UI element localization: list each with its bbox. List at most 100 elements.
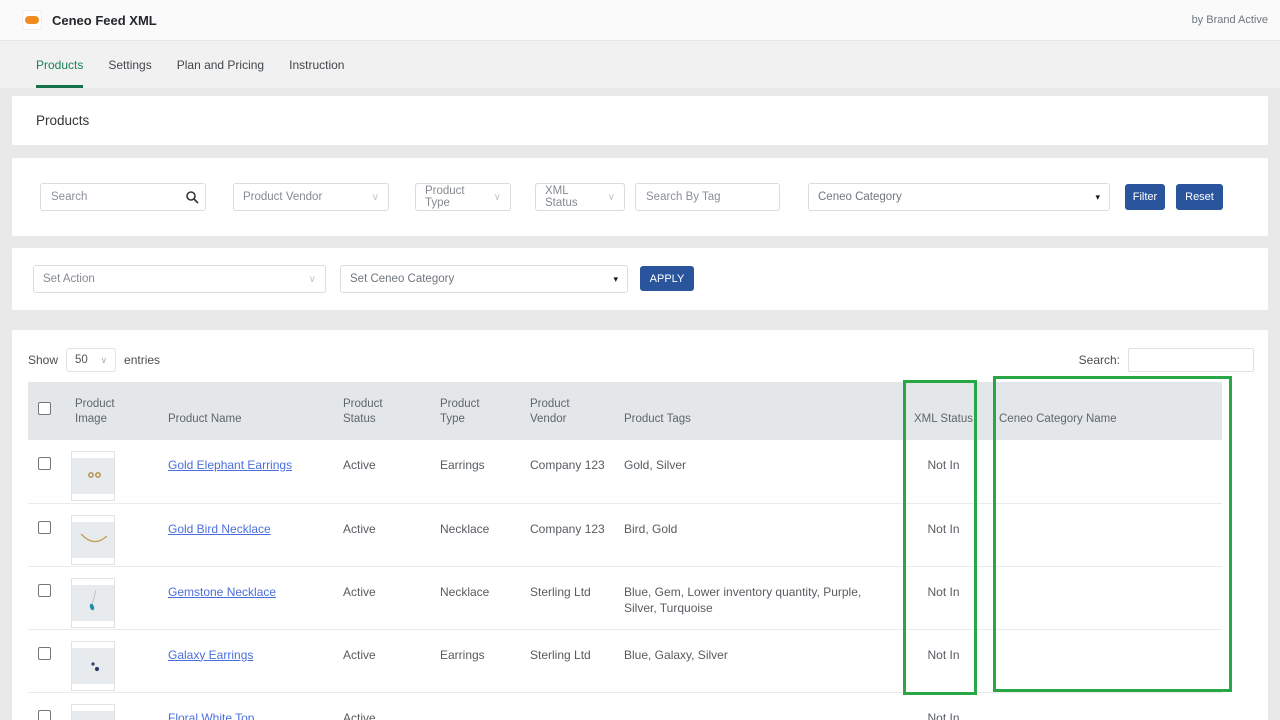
chevron-down-icon: ∨: [371, 191, 379, 203]
show-label: Show: [28, 353, 59, 367]
ceneo-category-value: [985, 692, 1222, 720]
product-vendor: [530, 692, 624, 720]
chevron-down-icon: ∨: [100, 354, 108, 365]
product-status: Active: [343, 629, 440, 693]
set-action-dropdown[interactable]: Set Action ∨: [33, 265, 326, 293]
search-button[interactable]: [179, 184, 205, 210]
row-checkbox[interactable]: [38, 646, 51, 660]
search-icon: [186, 191, 199, 204]
tab-bar: Products Settings Plan and Pricing Instr…: [0, 41, 1280, 88]
product-vendor: Sterling Ltd: [530, 566, 624, 630]
products-table: Product Image Product Name Product Statu…: [28, 382, 1222, 720]
xml-status-value: Not In: [902, 629, 985, 693]
product-search-input[interactable]: [41, 191, 179, 203]
tab-settings[interactable]: Settings: [108, 41, 151, 88]
chevron-down-icon: ∨: [493, 191, 501, 203]
page-size-select[interactable]: 50 ∨: [66, 348, 117, 372]
xml-status-value: Not In: [902, 692, 985, 720]
product-thumbnail: [71, 451, 115, 501]
bulk-action-bar: Set Action ∨ Set Ceneo Category ▾ APPLY: [12, 248, 1268, 310]
app-logo-icon: [22, 10, 42, 30]
product-thumbnail: [71, 703, 115, 720]
product-tags: Gold, Silver: [624, 440, 902, 504]
caret-down-icon: ▾: [1095, 191, 1100, 202]
chevron-down-icon: ∨: [607, 191, 615, 203]
column-header-product-image: Product Image: [66, 382, 168, 440]
row-checkbox[interactable]: [38, 709, 51, 720]
product-status: Active: [343, 440, 440, 504]
product-type: Earrings: [440, 629, 530, 693]
filter-button[interactable]: Filter: [1125, 184, 1165, 210]
product-vendor-label: Product Vendor: [243, 191, 323, 203]
tab-plan-and-pricing[interactable]: Plan and Pricing: [177, 41, 264, 88]
product-vendor: Company 123: [530, 440, 624, 504]
set-ceneo-category-dropdown[interactable]: Set Ceneo Category ▾: [340, 265, 628, 293]
byline: by Brand Active: [1191, 14, 1268, 26]
apply-button[interactable]: APPLY: [640, 266, 694, 291]
product-type: Necklace: [440, 503, 530, 567]
table-row: Galaxy Earrings Active Earrings Sterling…: [28, 629, 1222, 693]
table-row: Floral White Top Active Not In: [28, 692, 1222, 720]
ceneo-category-dropdown[interactable]: Ceneo Category ▾: [808, 183, 1110, 211]
column-header-ceneo-category-name: Ceneo Category Name: [985, 382, 1222, 440]
filter-bar: Product Vendor ∨ Product Type ∨ XML Stat…: [12, 158, 1268, 236]
product-name-link[interactable]: Gold Elephant Earrings: [168, 458, 292, 472]
product-name-link[interactable]: Floral White Top: [168, 711, 254, 720]
product-name-link[interactable]: Galaxy Earrings: [168, 648, 253, 662]
table-header-row: Product Image Product Name Product Statu…: [28, 382, 1222, 440]
table-search-control: Search:: [1079, 348, 1254, 372]
set-action-label: Set Action: [43, 273, 95, 285]
product-name-link[interactable]: Gold Bird Necklace: [168, 522, 271, 536]
tab-instruction[interactable]: Instruction: [289, 41, 344, 88]
column-header-xml-status: XML Status: [902, 382, 985, 440]
table-row: Gold Bird Necklace Active Necklace Compa…: [28, 503, 1222, 567]
page-title-card: Products: [12, 96, 1268, 145]
reset-button[interactable]: Reset: [1176, 184, 1223, 210]
column-header-product-type: Product Type: [440, 382, 530, 440]
ceneo-category-label: Ceneo Category: [818, 191, 902, 203]
product-search-group: [40, 183, 206, 211]
product-vendor: Company 123: [530, 503, 624, 567]
xml-status-value: Not In: [902, 566, 985, 630]
column-header-product-vendor: Product Vendor: [530, 382, 624, 440]
column-header-product-status: Product Status: [343, 382, 440, 440]
table-row: Gemstone Necklace Active Necklace Sterli…: [28, 566, 1222, 630]
row-checkbox[interactable]: [38, 457, 51, 470]
ceneo-category-value: [985, 566, 1222, 630]
row-checkbox[interactable]: [38, 520, 51, 534]
product-tags: [624, 692, 902, 720]
product-status: Active: [343, 503, 440, 567]
product-thumbnail: [71, 514, 115, 565]
product-thumbnail: [71, 640, 115, 691]
search-by-tag-input[interactable]: [635, 183, 780, 211]
table-search-label: Search:: [1078, 353, 1120, 367]
table-controls: Show 50 ∨ entries Search:: [12, 330, 1268, 382]
set-ceneo-category-label: Set Ceneo Category: [350, 273, 455, 285]
column-header-product-name: Product Name: [168, 382, 343, 440]
xml-status-label: XML Status: [545, 185, 578, 209]
ceneo-category-value: [985, 629, 1222, 693]
products-table-card: Show 50 ∨ entries Search: Product Image …: [12, 330, 1268, 720]
product-tags: Blue, Gem, Lower inventory quantity, Pur…: [624, 566, 902, 630]
tab-products[interactable]: Products: [36, 41, 84, 88]
entries-label: entries: [124, 353, 161, 367]
product-vendor-dropdown[interactable]: Product Vendor ∨: [233, 183, 389, 211]
tab-products-label: Products: [36, 57, 84, 72]
tab-settings-label: Settings: [108, 57, 152, 72]
ceneo-category-value: [985, 440, 1222, 504]
tab-instruction-label: Instruction: [289, 57, 345, 72]
product-thumbnail: [71, 577, 115, 628]
select-all-checkbox[interactable]: [38, 402, 51, 415]
xml-status-dropdown[interactable]: XML Status ∨: [535, 183, 625, 211]
product-type: Earrings: [440, 440, 530, 504]
xml-status-value: Not In: [902, 503, 985, 567]
product-name-link[interactable]: Gemstone Necklace: [168, 585, 276, 599]
app-header: Ceneo Feed XML by Brand Active: [0, 0, 1280, 41]
product-type-dropdown[interactable]: Product Type ∨: [415, 183, 511, 211]
table-search-input[interactable]: [1128, 348, 1254, 372]
ceneo-category-value: [985, 503, 1222, 567]
chevron-down-icon: ∨: [308, 273, 316, 285]
row-checkbox[interactable]: [38, 583, 51, 597]
page-title: Products: [36, 113, 90, 128]
page-size-control: Show 50 ∨ entries: [28, 348, 160, 372]
